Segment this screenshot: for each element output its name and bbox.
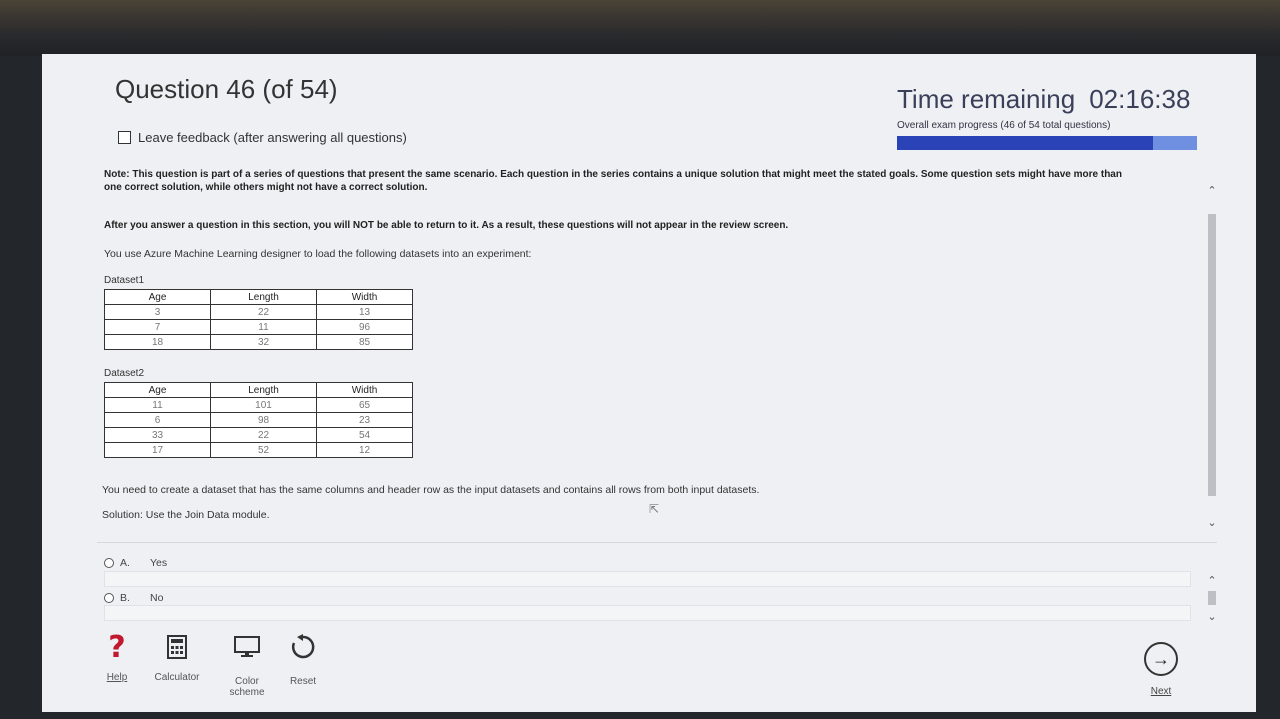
calculator-label: Calculator [154, 672, 200, 683]
column-header: Length [210, 382, 317, 398]
table-cell: 54 [316, 427, 413, 443]
next-label: Next [1150, 686, 1172, 697]
reset-button[interactable]: Reset [282, 632, 324, 687]
table-cell: 13 [316, 304, 413, 320]
table-cell: 12 [316, 442, 413, 458]
table-row: 7 11 96 [104, 319, 413, 335]
question-note-no-return: After you answer a question in this sect… [104, 220, 789, 231]
color-scheme-label-line2: scheme [229, 687, 265, 698]
table-cell: 33 [104, 427, 211, 443]
column-header: Age [104, 382, 211, 398]
calculator-button[interactable]: Calculator [147, 632, 207, 683]
checkbox-icon[interactable] [118, 131, 131, 144]
radio-button-icon[interactable] [104, 593, 114, 603]
solution-text: Solution: Use the Join Data module. [102, 509, 270, 521]
column-header: Width [316, 289, 413, 305]
calculator-icon[interactable] [167, 635, 187, 659]
table-row: 3 22 13 [104, 304, 413, 320]
option-text: No [150, 592, 164, 604]
table-cell: 23 [316, 412, 413, 428]
dataset2-label: Dataset2 [104, 368, 145, 379]
table-cell: 98 [210, 412, 317, 428]
dataset1-label: Dataset1 [104, 275, 145, 286]
dataset1-table: Age Length Width 3 22 13 7 11 96 18 32 8… [104, 289, 413, 350]
question-note: Note: This question is part of a series … [104, 169, 1122, 193]
option-b[interactable]: B. No [104, 592, 1189, 604]
monitor-bezel [0, 0, 1280, 56]
option-letter: B. [120, 592, 130, 604]
help-button[interactable]: ? Help [97, 630, 137, 684]
option-letter: A. [120, 557, 130, 569]
option-text: Yes [150, 557, 168, 569]
table-cell: 85 [316, 334, 413, 350]
leave-feedback-label: Leave feedback (after answering all ques… [138, 130, 407, 145]
scroll-down-icon[interactable]: ⌄ [1206, 516, 1218, 529]
table-cell: 7 [104, 319, 211, 335]
table-cell: 101 [210, 397, 317, 413]
monitor-icon[interactable] [234, 636, 260, 658]
table-cell: 18 [104, 334, 211, 350]
table-row: 33 22 54 [104, 427, 413, 443]
table-cell: 3 [104, 304, 211, 320]
table-cell: 32 [210, 334, 317, 350]
arrow-right-icon[interactable]: → [1144, 642, 1178, 676]
table-cell: 52 [210, 442, 317, 458]
reset-label: Reset [289, 676, 317, 687]
progress-label: Overall exam progress (46 of 54 total qu… [897, 120, 1111, 131]
scroll-up-icon[interactable]: ⌃ [1206, 574, 1218, 587]
mouse-cursor-icon: ⇱ [649, 502, 660, 516]
color-scheme-label-line1: Color [235, 676, 259, 687]
dataset2-table: Age Length Width 11 101 65 6 98 23 33 22… [104, 382, 413, 458]
option-a-row-bg [104, 571, 1191, 587]
next-button[interactable]: → Next [1144, 642, 1178, 697]
table-cell: 65 [316, 397, 413, 413]
color-scheme-button[interactable]: Color scheme [222, 632, 272, 698]
option-b-row-bg [104, 605, 1191, 621]
table-cell: 11 [104, 397, 211, 413]
table-row: 18 32 85 [104, 334, 413, 350]
table-cell: 96 [316, 319, 413, 335]
scroll-down-icon[interactable]: ⌄ [1206, 610, 1218, 623]
reset-icon[interactable] [290, 634, 316, 660]
requirement-text: You need to create a dataset that has th… [102, 484, 760, 496]
table-cell: 6 [104, 412, 211, 428]
progress-fill [897, 136, 1153, 150]
scrollbar-thumb[interactable] [1208, 214, 1216, 496]
scrollbar-thumb[interactable] [1208, 591, 1216, 605]
options-scrollbar[interactable]: ⌃ ⌄ [1206, 574, 1218, 624]
time-remaining-label: Time remaining [897, 84, 1076, 114]
time-remaining: Time remaining 02:16:38 [897, 84, 1190, 115]
option-a[interactable]: A. Yes [104, 557, 1189, 569]
column-header: Width [316, 382, 413, 398]
help-label: Help [106, 672, 128, 683]
leave-feedback-checkbox[interactable]: Leave feedback (after answering all ques… [118, 130, 407, 145]
time-remaining-value: 02:16:38 [1089, 84, 1191, 114]
question-scrollbar[interactable]: ⌃ ⌄ [1206, 184, 1218, 529]
help-icon[interactable]: ? [108, 630, 125, 665]
table-row: 6 98 23 [104, 412, 413, 428]
scroll-up-icon[interactable]: ⌃ [1206, 184, 1218, 197]
progress-bar [897, 136, 1197, 150]
radio-button-icon[interactable] [104, 558, 114, 568]
exam-screen: Question 46 (of 54) Time remaining 02:16:… [42, 54, 1256, 712]
table-cell: 22 [210, 427, 317, 443]
section-divider [97, 542, 1217, 543]
table-cell: 11 [210, 319, 317, 335]
question-intro: You use Azure Machine Learning designer … [104, 248, 532, 260]
table-cell: 17 [104, 442, 211, 458]
column-header: Age [104, 289, 211, 305]
column-header: Length [210, 289, 317, 305]
table-cell: 22 [210, 304, 317, 320]
question-title: Question 46 (of 54) [115, 74, 338, 104]
table-row: 11 101 65 [104, 397, 413, 413]
table-row: 17 52 12 [104, 442, 413, 458]
